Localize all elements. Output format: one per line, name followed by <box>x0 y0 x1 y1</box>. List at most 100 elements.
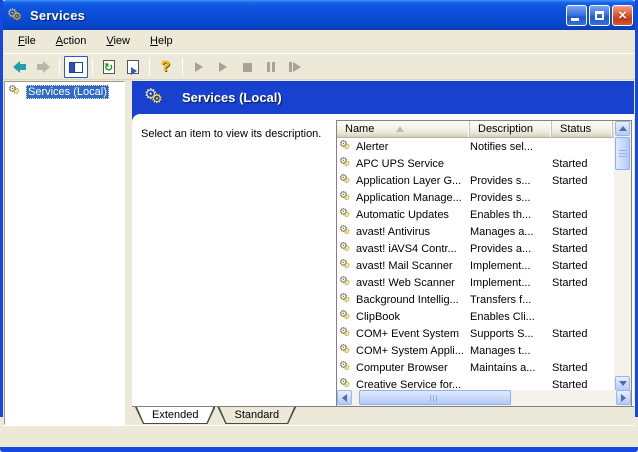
service-description: Implement... <box>470 276 531 289</box>
service-name: avast! iAVS4 Contr... <box>356 242 457 255</box>
column-header-description[interactable]: Description <box>470 121 552 137</box>
column-header-name[interactable]: Name <box>337 121 470 137</box>
service-row[interactable]: ⚙ ⚙ Background Intellig... Transfers f... <box>337 291 614 308</box>
tree-item-label: Services (Local) <box>26 85 109 99</box>
tree-item-services-local[interactable]: ⚙ ⚙ Services (Local) <box>6 85 123 99</box>
service-description: Transfers f... <box>470 293 532 306</box>
scroll-left-button[interactable] <box>337 390 352 405</box>
start-service-icon <box>195 62 203 72</box>
pause-service-button <box>259 56 283 78</box>
menu-item[interactable]: View <box>96 32 140 51</box>
column-header-status[interactable]: Status <box>552 121 613 137</box>
service-row[interactable]: ⚙ ⚙ Computer Browser Maintains a... Start… <box>337 359 614 376</box>
stop-service-icon <box>242 62 252 72</box>
services-gears-icon: ⚙ ⚙ <box>8 84 21 97</box>
service-row[interactable]: ⚙ ⚙ Creative Service for... Started <box>337 376 614 391</box>
help-icon: ? <box>161 58 171 75</box>
help-button[interactable]: ? <box>154 56 178 78</box>
service-row[interactable]: ⚙ ⚙ Application Layer G... Provides s... … <box>337 172 614 189</box>
service-gears-icon: ⚙ ⚙ <box>339 242 351 253</box>
service-gears-icon: ⚙ ⚙ <box>339 140 351 151</box>
service-status: Started <box>552 208 588 221</box>
service-row[interactable]: ⚙ ⚙ avast! Web Scanner Implement... Start… <box>337 274 614 291</box>
start-service-button <box>187 56 211 78</box>
horizontal-scroll-thumb[interactable] <box>359 390 511 405</box>
scroll-right-button[interactable] <box>616 390 631 405</box>
restart-service-button <box>283 56 307 78</box>
service-name: COM+ System Appli... <box>356 344 464 357</box>
service-name: avast! Web Scanner <box>356 276 455 289</box>
service-gears-icon: ⚙ ⚙ <box>339 174 351 185</box>
stop-service-button <box>235 56 259 78</box>
service-row[interactable]: ⚙ ⚙ avast! iAVS4 Contr... Provides a... S… <box>337 240 614 257</box>
menu-bar: File Action View Help <box>3 30 635 54</box>
service-name: COM+ Event System <box>356 327 460 340</box>
horizontal-scrollbar[interactable] <box>337 390 631 406</box>
menu-item[interactable]: Action <box>46 32 97 51</box>
export-list-icon <box>127 60 139 75</box>
arrow-left-icon <box>342 393 347 402</box>
service-row[interactable]: ⚙ ⚙ Automatic Updates Enables th... Start… <box>337 206 614 223</box>
service-row[interactable]: ⚙ ⚙ ClipBook Enables Cli... <box>337 308 614 325</box>
service-row[interactable]: ⚙ ⚙ COM+ System Appli... Manages t... <box>337 342 614 359</box>
details-pane: ⚙ ⚙ Services (Local) Select an item to vi… <box>132 81 634 425</box>
pane-header: ⚙ ⚙ Services (Local) <box>132 81 634 114</box>
service-status: Started <box>552 225 588 238</box>
service-gears-icon: ⚙ ⚙ <box>339 191 351 202</box>
arrow-up-icon <box>618 126 627 131</box>
show-hide-console-tree-button[interactable] <box>64 56 88 78</box>
scroll-down-button[interactable] <box>615 376 630 391</box>
refresh-button[interactable] <box>97 56 121 78</box>
title-bar[interactable]: ⚙ ⚙ Services × <box>0 0 638 30</box>
services-gears-icon: ⚙ ⚙ <box>7 6 22 23</box>
service-gears-icon: ⚙ ⚙ <box>339 327 351 338</box>
service-row[interactable]: ⚙ ⚙ APC UPS Service Started <box>337 155 614 172</box>
services-gears-icon: ⚙ ⚙ <box>144 84 163 107</box>
export-list-button[interactable] <box>121 56 145 78</box>
service-row[interactable]: ⚙ ⚙ avast! Antivirus Manages a... Started <box>337 223 614 240</box>
sort-ascending-icon <box>396 126 405 132</box>
minimize-icon <box>571 17 579 21</box>
service-status: Started <box>552 174 588 187</box>
minimize-button[interactable] <box>566 4 587 26</box>
service-description: Manages a... <box>470 225 534 238</box>
service-gears-icon: ⚙ ⚙ <box>339 361 351 372</box>
services-list: Name Description Status ⚙ ⚙ Alerter Noti… <box>336 120 632 406</box>
maximize-icon <box>595 10 604 20</box>
service-row[interactable]: ⚙ ⚙ Application Manage... Provides s... <box>337 189 614 206</box>
restart-service-icon <box>289 62 301 72</box>
service-description: Implement... <box>470 259 531 272</box>
service-row[interactable]: ⚙ ⚙ Alerter Notifies sel... <box>337 138 614 155</box>
service-gears-icon: ⚙ ⚙ <box>339 157 351 168</box>
service-gears-icon: ⚙ ⚙ <box>339 208 351 219</box>
service-row[interactable]: ⚙ ⚙ avast! Mail Scanner Implement... Star… <box>337 257 614 274</box>
vertical-scroll-thumb[interactable] <box>615 137 630 170</box>
window-border-bottom <box>0 447 638 452</box>
window-border-left <box>0 0 3 417</box>
menu-item[interactable]: File <box>8 32 46 51</box>
close-button[interactable]: × <box>612 4 633 26</box>
toolbar-separator <box>59 58 60 76</box>
service-description: Supports S... <box>470 327 534 340</box>
service-description: Manages t... <box>470 344 531 357</box>
window-title: Services <box>30 7 86 23</box>
service-description: Provides a... <box>470 242 532 255</box>
service-name: Creative Service for... <box>356 378 462 391</box>
view-tab[interactable]: Extended <box>135 407 215 424</box>
service-gears-icon: ⚙ ⚙ <box>339 310 351 321</box>
service-name: APC UPS Service <box>356 157 445 170</box>
pane-content: Select an item to view its description. … <box>132 114 634 407</box>
maximize-button[interactable] <box>589 4 610 26</box>
service-status: Started <box>552 378 588 391</box>
arrow-right-icon <box>621 393 626 402</box>
back-button[interactable] <box>7 56 31 78</box>
view-tab[interactable]: Standard <box>217 407 296 424</box>
service-gears-icon: ⚙ ⚙ <box>339 225 351 236</box>
scroll-up-button[interactable] <box>615 121 630 136</box>
menu-item[interactable]: Help <box>140 32 183 51</box>
resume-service-icon <box>219 62 227 72</box>
service-description: Provides s... <box>470 191 531 204</box>
service-description: Enables th... <box>470 208 532 221</box>
vertical-scrollbar[interactable] <box>614 121 631 391</box>
service-row[interactable]: ⚙ ⚙ COM+ Event System Supports S... Start… <box>337 325 614 342</box>
